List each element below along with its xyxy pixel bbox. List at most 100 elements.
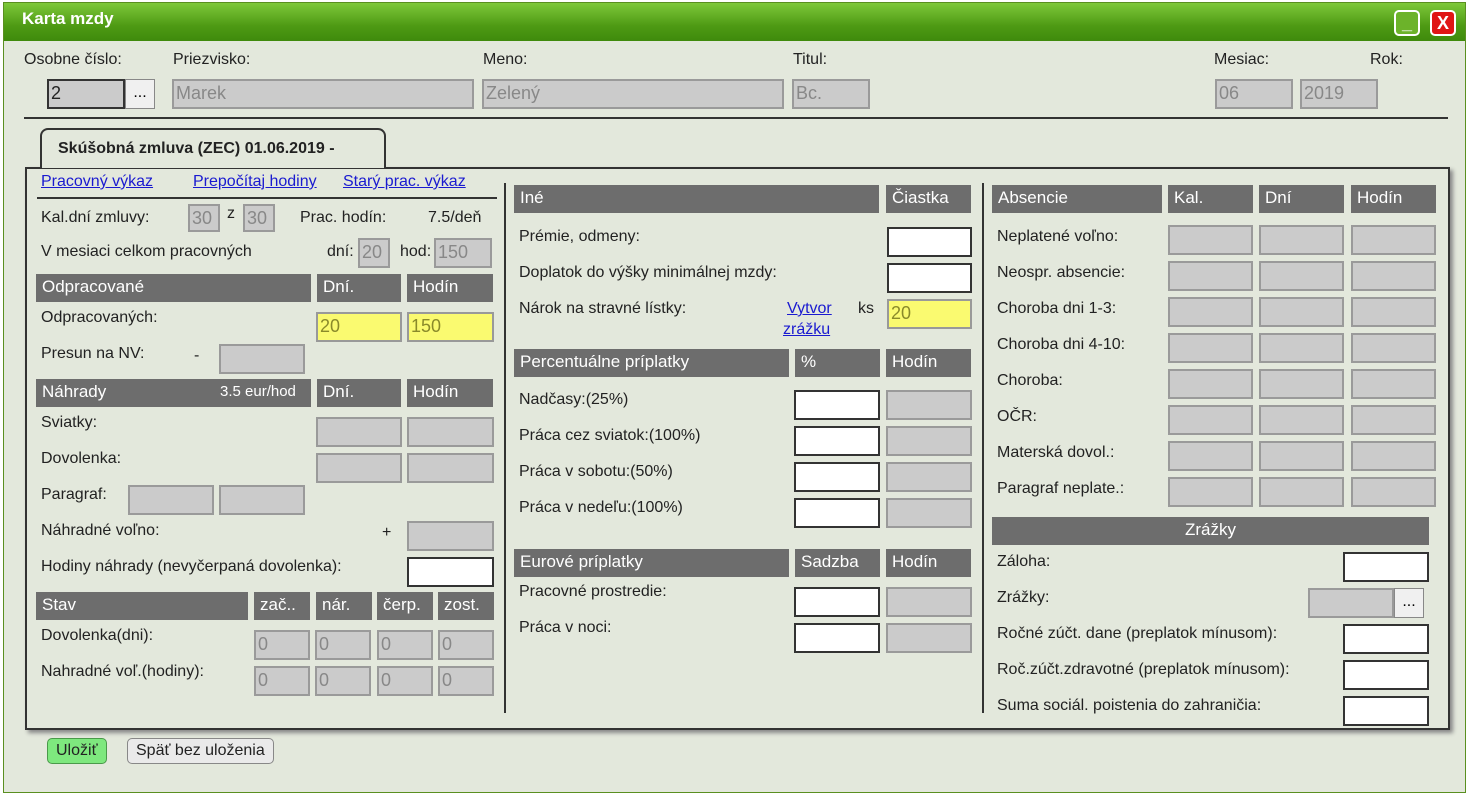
absencie-hod-input[interactable]: [1351, 405, 1436, 435]
stav-dovolenka-nar[interactable]: 0: [315, 630, 371, 660]
zaloha-input[interactable]: [1343, 552, 1429, 582]
stary-prac-vykaz-link[interactable]: Starý prac. výkaz: [343, 173, 466, 191]
nadcasy-hod-input[interactable]: [886, 390, 972, 420]
hodiny-nahrady-input[interactable]: [407, 557, 494, 587]
rocne-dane-input[interactable]: [1343, 624, 1429, 654]
mesiac-hod-input[interactable]: 150: [434, 238, 492, 268]
close-button[interactable]: X: [1430, 10, 1456, 36]
osobne-cislo-input[interactable]: 2: [47, 79, 125, 109]
absencie-hod-input[interactable]: [1351, 333, 1436, 363]
stav-nahradne-cerp[interactable]: 0: [377, 666, 433, 696]
suma-poistenia-input[interactable]: [1343, 696, 1429, 726]
noc-hod-input[interactable]: [886, 623, 972, 653]
ks-label: ks: [858, 300, 874, 317]
paragraf-input-1[interactable]: [128, 485, 214, 515]
paragraf-input-2[interactable]: [219, 485, 305, 515]
osobne-cislo-label: Osobne číslo:: [24, 51, 122, 68]
dovolenka-dni-input[interactable]: [316, 453, 402, 483]
absencie-hod-input[interactable]: [1351, 477, 1436, 507]
prepocitaj-hodiny-link[interactable]: Prepočítaj hodiny: [193, 173, 317, 191]
eurove-header: Eurové príplatky: [514, 549, 789, 577]
absencie-dni-input[interactable]: [1259, 225, 1344, 255]
save-button[interactable]: Uložiť: [47, 738, 107, 764]
absencie-dni-input[interactable]: [1259, 261, 1344, 291]
stav-dovolenka-zac[interactable]: 0: [254, 630, 310, 660]
nedela-pct-input[interactable]: [794, 498, 880, 528]
doplatok-input[interactable]: [887, 263, 972, 293]
tab-contract[interactable]: Skúšobná zmluva (ZEC) 01.06.2019 -: [40, 128, 386, 168]
zrazky-browse-button[interactable]: ...: [1394, 588, 1424, 618]
prostredie-hod-input[interactable]: [886, 587, 972, 617]
absencie-kal-input[interactable]: [1168, 297, 1253, 327]
stav-dovolenka-zost[interactable]: 0: [438, 630, 494, 660]
roc-zdrav-input[interactable]: [1343, 660, 1429, 690]
rok-input[interactable]: 2019: [1300, 79, 1378, 109]
absencie-dni-input[interactable]: [1259, 477, 1344, 507]
odpracovanych-hod-input[interactable]: 150: [407, 312, 494, 342]
absencie-hod-input[interactable]: [1351, 369, 1436, 399]
sobota-label: Práca v sobotu:(50%): [519, 463, 673, 480]
absencie-kal-input[interactable]: [1168, 261, 1253, 291]
absencie-hod-input[interactable]: [1351, 225, 1436, 255]
kal-dni-input-1[interactable]: 30: [188, 204, 220, 232]
absencie-dni-input[interactable]: [1259, 405, 1344, 435]
premie-input[interactable]: [887, 227, 972, 257]
stav-dovolenka-cerp[interactable]: 0: [377, 630, 433, 660]
dovolenka-hod-input[interactable]: [407, 453, 494, 483]
absencie-hod-input[interactable]: [1351, 441, 1436, 471]
priezvisko-input[interactable]: Marek: [172, 79, 474, 109]
absencie-dni-input[interactable]: [1259, 297, 1344, 327]
rok-label: Rok:: [1370, 51, 1403, 68]
odpracovanych-label: Odpracovaných:: [41, 309, 158, 326]
paragraf-label: Paragraf:: [41, 486, 107, 503]
stav-nahradne-zac[interactable]: 0: [254, 666, 310, 696]
prostredie-sadzba-input[interactable]: [794, 587, 880, 617]
pracovny-vykaz-link[interactable]: Pracovný výkaz: [41, 173, 153, 191]
mesiac-input[interactable]: 06: [1215, 79, 1293, 109]
nahradne-volno-input[interactable]: [407, 521, 494, 551]
stav-nahradne-label: Nahradné voľ.(hodiny):: [41, 663, 204, 680]
absencie-kal-input[interactable]: [1168, 477, 1253, 507]
absencie-kal-header: Kal.: [1168, 185, 1253, 213]
sviatok-hod-input[interactable]: [886, 426, 972, 456]
odpracovanych-dni-input[interactable]: 20: [316, 312, 402, 342]
stav-nahradne-zost[interactable]: 0: [438, 666, 494, 696]
kal-dni-input-2[interactable]: 30: [243, 204, 275, 232]
zrazky-input[interactable]: [1308, 588, 1394, 618]
eurove-hodin-header: Hodín: [886, 549, 971, 577]
back-without-save-button[interactable]: Späť bez uloženia: [127, 738, 274, 764]
meno-input[interactable]: Zelený: [482, 79, 784, 109]
absencie-kal-input[interactable]: [1168, 369, 1253, 399]
title-bar[interactable]: Karta mzdy _ X: [4, 3, 1465, 41]
stav-nahradne-nar[interactable]: 0: [315, 666, 371, 696]
osobne-cislo-browse-button[interactable]: ...: [125, 79, 155, 109]
absencie-dni-input[interactable]: [1259, 369, 1344, 399]
absencie-kal-input[interactable]: [1168, 441, 1253, 471]
sobota-hod-input[interactable]: [886, 462, 972, 492]
nedela-hod-input[interactable]: [886, 498, 972, 528]
hod-label: hod:: [400, 243, 432, 260]
sobota-pct-input[interactable]: [794, 462, 880, 492]
vytvor-zrazku-link-2[interactable]: zrážku: [783, 321, 830, 339]
roc-zdrav-label: Roč.zúčt.zdravotné (preplatok mínusom):: [997, 661, 1290, 678]
noc-sadzba-input[interactable]: [794, 623, 880, 653]
absencie-hod-input[interactable]: [1351, 297, 1436, 327]
minimize-button[interactable]: _: [1394, 10, 1420, 36]
ks-input[interactable]: 20: [887, 299, 972, 329]
vytvor-zrazku-link-1[interactable]: Vytvor: [787, 300, 832, 318]
nahradne-volno-label: Náhradné voľno:: [41, 522, 160, 539]
odpracovane-dni-header: Dní.: [317, 274, 401, 302]
absencie-dni-input[interactable]: [1259, 441, 1344, 471]
absencie-hod-input[interactable]: [1351, 261, 1436, 291]
nadcasy-pct-input[interactable]: [794, 390, 880, 420]
absencie-dni-input[interactable]: [1259, 333, 1344, 363]
absencie-kal-input[interactable]: [1168, 405, 1253, 435]
sviatky-dni-input[interactable]: [316, 417, 402, 447]
absencie-kal-input[interactable]: [1168, 225, 1253, 255]
mesiac-dni-input[interactable]: 20: [358, 238, 390, 268]
absencie-kal-input[interactable]: [1168, 333, 1253, 363]
sviatok-pct-input[interactable]: [794, 426, 880, 456]
presun-nv-input[interactable]: [219, 344, 305, 374]
sviatky-hod-input[interactable]: [407, 417, 494, 447]
titul-input[interactable]: Bc.: [792, 79, 870, 109]
